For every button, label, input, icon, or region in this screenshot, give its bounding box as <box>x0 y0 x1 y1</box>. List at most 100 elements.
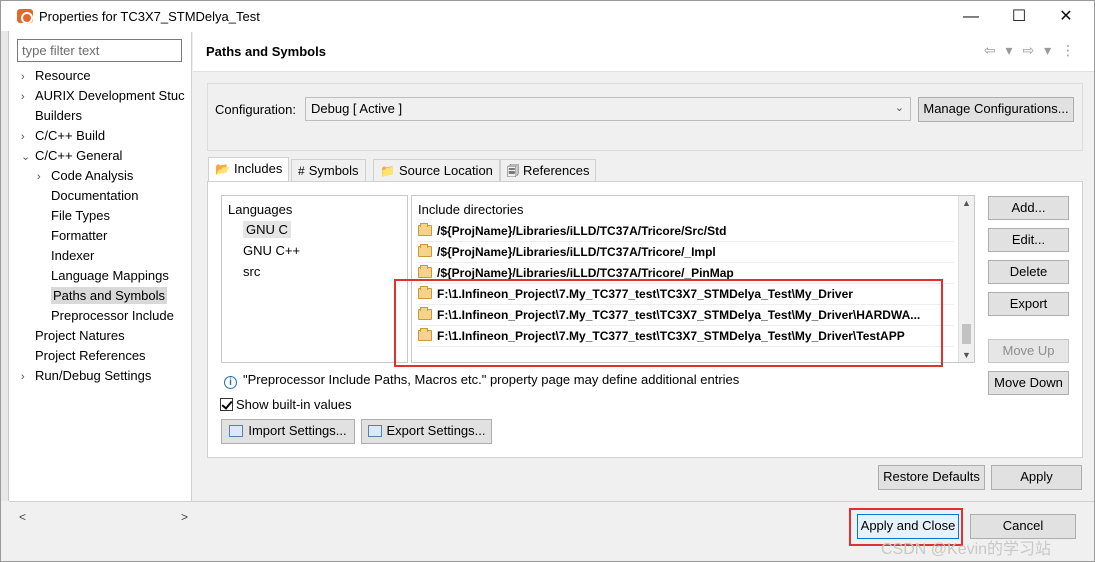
tab-source-location[interactable]: 📁 Source Location <box>373 159 500 183</box>
title-bar: Properties for TC3X7_STMDelya_Test — ☐ ✕ <box>1 1 1094 32</box>
tree-item[interactable]: › Run/Debug Settings <box>21 366 151 386</box>
property-tree-panel: ›Resource›AURIX Development StucBuilders… <box>9 32 192 524</box>
folder-icon <box>418 223 432 236</box>
source-folder-icon: 📁 <box>380 164 395 178</box>
tab-symbols[interactable]: # Symbols <box>291 159 366 183</box>
chevron-right-icon[interactable]: › <box>21 67 35 87</box>
list-item[interactable]: /${ProjName}/Libraries/iLLD/TC37A/Tricor… <box>418 221 954 242</box>
tree-item-label: Project References <box>35 348 146 363</box>
scroll-right-icon[interactable]: > <box>181 510 188 524</box>
delete-button[interactable]: Delete <box>988 260 1069 284</box>
language-item[interactable]: GNU C++ <box>243 241 300 261</box>
tree-item-label: Formatter <box>51 228 108 243</box>
move-down-button[interactable]: Move Down <box>988 371 1069 395</box>
export-settings-button[interactable]: Export Settings... <box>361 419 492 444</box>
tree-item-label: Language Mappings <box>51 268 169 283</box>
tree-item[interactable]: Project References <box>21 346 146 366</box>
apply-button[interactable]: Apply <box>991 465 1082 490</box>
filter-input[interactable] <box>17 39 182 62</box>
tree-item[interactable]: Language Mappings <box>37 266 169 286</box>
include-list-vertical-scrollbar[interactable]: ▲ ▼ <box>958 196 974 362</box>
tree-item[interactable]: Documentation <box>37 186 138 206</box>
include-directories-header: Include directories <box>418 202 524 217</box>
tree-item-label: AURIX Development Stuc <box>35 88 185 103</box>
edit-button[interactable]: Edit... <box>988 228 1069 252</box>
tree-item-label: Preprocessor Include <box>51 308 174 323</box>
configuration-select[interactable]: Debug [ Active ] ⌄ <box>305 97 911 121</box>
tree-item-label: Project Natures <box>35 328 125 343</box>
window-title: Properties for TC3X7_STMDelya_Test <box>39 9 260 24</box>
tree-item[interactable]: Paths and Symbols <box>37 286 168 306</box>
checkbox-checked-icon[interactable] <box>220 398 233 411</box>
tree-item[interactable]: Indexer <box>37 246 94 266</box>
maximize-button[interactable]: ☐ <box>996 1 1042 32</box>
tree-item[interactable]: › C/C++ Build <box>21 126 105 146</box>
left-edge-strip <box>1 31 9 501</box>
configuration-label: Configuration: <box>215 102 296 117</box>
tree-item-label: File Types <box>51 208 111 223</box>
configuration-value: Debug [ Active ] <box>311 101 403 116</box>
add-button[interactable]: Add... <box>988 196 1069 220</box>
watermark: CSDN @Kevin的学习站 <box>881 541 1052 558</box>
property-tree: › Resource › AURIX Development Stuc Builders… <box>9 66 192 476</box>
manage-configurations-button[interactable]: Manage Configurations... <box>918 97 1074 122</box>
tree-item[interactable]: Formatter <box>37 226 107 246</box>
tree-item-label: Documentation <box>51 188 139 203</box>
tree-item-label: Run/Debug Settings <box>35 368 152 383</box>
scroll-left-icon[interactable]: < <box>19 510 26 524</box>
export-icon <box>367 425 382 437</box>
tree-item[interactable]: Preprocessor Include <box>37 306 174 326</box>
page-title: Paths and Symbols <box>206 44 326 59</box>
close-button[interactable]: ✕ <box>1043 1 1089 32</box>
export-button[interactable]: Export <box>988 292 1069 316</box>
includes-icon: 📂 <box>215 162 230 176</box>
properties-dialog: Properties for TC3X7_STMDelya_Test — ☐ ✕… <box>0 0 1095 562</box>
move-up-button[interactable]: Move Up <box>988 339 1069 363</box>
show-builtin-checkbox[interactable]: Show built-in values <box>220 397 352 412</box>
tree-item-label: C/C++ General <box>35 148 123 163</box>
minimize-button[interactable]: — <box>948 1 994 32</box>
references-icon: 🗐 <box>507 164 519 178</box>
scroll-up-icon[interactable]: ▲ <box>962 198 971 208</box>
tab-references[interactable]: 🗐 References <box>500 159 597 183</box>
tree-horizontal-scrollbar[interactable]: < > <box>17 510 192 526</box>
tab-includes[interactable]: 📂 Includes <box>208 157 290 183</box>
tree-item[interactable]: File Types <box>37 206 110 226</box>
chevron-right-icon[interactable]: › <box>21 87 35 107</box>
tree-item-label: C/C++ Build <box>35 128 106 143</box>
tree-item[interactable]: › AURIX Development Stuc <box>21 86 185 106</box>
import-settings-button[interactable]: Import Settings... <box>221 419 355 444</box>
chevron-right-icon[interactable]: › <box>37 167 51 187</box>
info-icon: i <box>224 376 237 389</box>
app-icon <box>17 9 33 24</box>
tree-item[interactable]: Builders <box>21 106 82 126</box>
list-item[interactable]: /${ProjName}/Libraries/iLLD/TC37A/Tricor… <box>418 242 954 263</box>
scroll-thumb[interactable] <box>962 324 971 344</box>
language-item[interactable]: src <box>243 262 260 282</box>
footer-divider <box>9 501 1094 502</box>
tree-item-label: Resource <box>35 68 91 83</box>
tree-item[interactable]: ⌄ C/C++ General <box>21 146 122 166</box>
info-message: i "Preprocessor Include Paths, Macros etc… <box>224 372 739 389</box>
tree-item-label: Indexer <box>51 248 95 263</box>
folder-icon <box>418 265 432 278</box>
tree-item[interactable]: › Resource <box>21 66 91 86</box>
languages-list[interactable]: Languages GNU C GNU C++ src <box>221 195 408 363</box>
folder-icon <box>418 244 432 257</box>
hash-icon: # <box>298 164 305 178</box>
tree-item[interactable]: › Code Analysis <box>37 166 133 186</box>
language-item[interactable]: GNU C <box>243 220 291 240</box>
restore-defaults-button[interactable]: Restore Defaults <box>878 465 985 490</box>
highlight-box-directories <box>394 279 943 367</box>
page-header: Paths and Symbols ⇦ ▾ ⇨ ▾ ⋮ <box>193 32 1094 72</box>
tree-item-label: Builders <box>35 108 82 123</box>
configuration-group: Configuration: Debug [ Active ] ⌄ Manage… <box>207 83 1083 151</box>
import-icon <box>229 425 244 437</box>
chevron-down-icon[interactable]: ⌄ <box>21 147 35 167</box>
chevron-right-icon[interactable]: › <box>21 127 35 147</box>
chevron-right-icon[interactable]: › <box>21 367 35 387</box>
nav-history-icons[interactable]: ⇦ ▾ ⇨ ▾ ⋮ <box>984 42 1078 59</box>
tree-item[interactable]: Project Natures <box>21 326 125 346</box>
chevron-down-icon: ⌄ <box>894 102 904 114</box>
scroll-down-icon[interactable]: ▼ <box>962 350 971 360</box>
